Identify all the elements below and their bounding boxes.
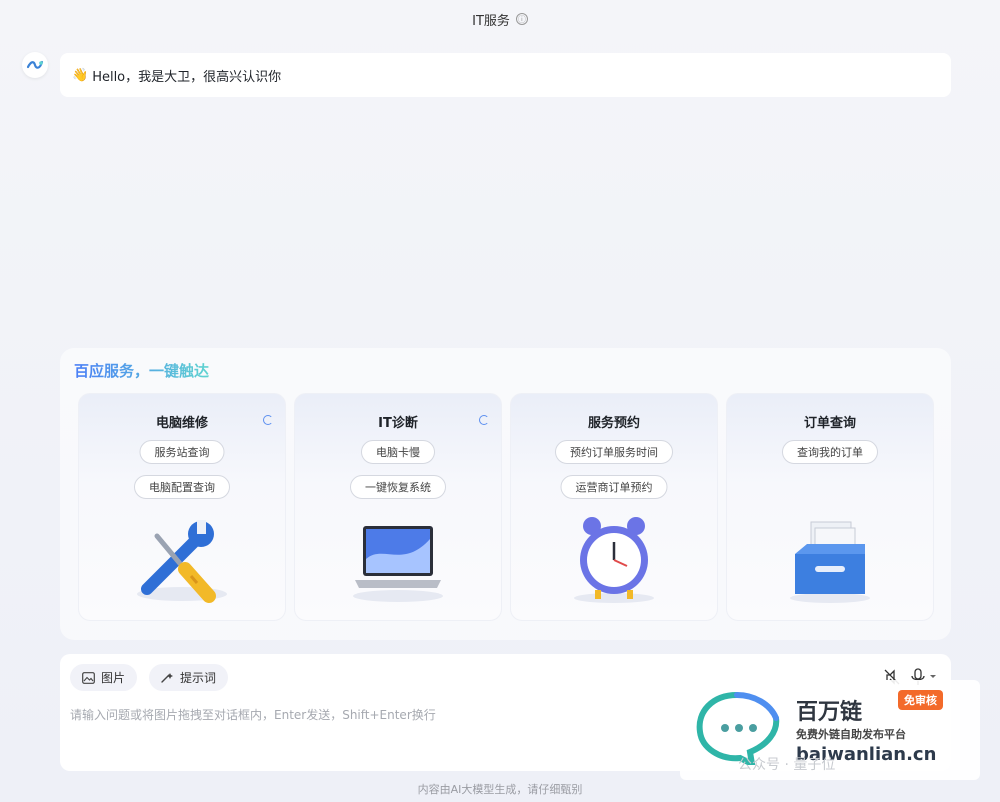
chip-carrier-order-booking[interactable]: 运营商订单预约 [560, 475, 668, 499]
chip-service-station[interactable]: 服务站查询 [139, 440, 225, 464]
ai-disclaimer: 内容由AI大模型生成，请仔细甄别 [417, 783, 583, 796]
refresh-icon[interactable] [263, 415, 273, 425]
prompt-button[interactable]: 提示词 [149, 664, 229, 691]
image-button-label: 图片 [101, 671, 126, 685]
chip-slow-computer[interactable]: 电脑卡慢 [361, 440, 435, 464]
file-box-icon [790, 521, 870, 603]
card-title: IT诊断 [378, 416, 418, 431]
greeting-text: Hello，我是大卫，很高兴认识你 [92, 69, 282, 85]
card-title: 服务预约 [587, 416, 640, 431]
chip-restore-system[interactable]: 一键恢复系统 [350, 475, 446, 499]
watermark-footer-text: 公众号 · 量子位 [738, 757, 836, 773]
image-button[interactable]: 图片 [70, 664, 138, 691]
card-service-booking[interactable]: 服务预约 预约订单服务时间 运营商订单预约 [510, 393, 718, 621]
services-panel: 百应服务，一键触达 电脑维修 服务站查询 电脑配置查询 IT诊断 电脑卡慢 一键… [60, 348, 951, 640]
watermark-subtitle: 免费外链自助发布平台 [796, 728, 906, 741]
laptop-icon [353, 526, 443, 602]
assistant-avatar [22, 52, 48, 78]
chat-input-placeholder[interactable]: 请输入问题或将图片拖拽至对话框内，Enter发送，Shift+Enter换行 [70, 706, 436, 723]
page-title: IT服务 [472, 13, 510, 29]
image-icon [82, 671, 95, 684]
prompt-icon [161, 672, 173, 683]
title-bar: IT服务 ⓘ [0, 0, 1000, 38]
alarm-clock-icon [574, 517, 654, 603]
watermark-badge: 免审核 [898, 690, 943, 710]
assistant-logo-icon [26, 60, 44, 69]
services-title: 百应服务，一键触达 [74, 362, 210, 380]
card-it-diagnosis[interactable]: IT诊断 电脑卡慢 一键恢复系统 [294, 393, 502, 621]
card-order-query[interactable]: 订单查询 查询我的订单 [726, 393, 934, 621]
wave-emoji-icon: 👋 [72, 67, 89, 83]
card-title: 订单查询 [803, 416, 856, 431]
chip-computer-config[interactable]: 电脑配置查询 [134, 475, 230, 499]
card-computer-repair[interactable]: 电脑维修 服务站查询 电脑配置查询 [78, 393, 286, 621]
card-title: 电脑维修 [155, 416, 208, 431]
chip-query-my-orders[interactable]: 查询我的订单 [782, 440, 878, 464]
tools-icon [137, 520, 227, 603]
greeting-message: 👋 Hello，我是大卫，很高兴认识你 [60, 53, 951, 97]
prompt-button-label: 提示词 [180, 671, 217, 685]
refresh-icon[interactable] [479, 415, 489, 425]
info-icon[interactable]: ⓘ [515, 13, 528, 25]
chip-book-service-time[interactable]: 预约订单服务时间 [555, 440, 673, 464]
watermark-title: 百万链 [796, 700, 863, 725]
watermark-overlay: 百万链 免审核 免费外链自助发布平台 baiwanlian.cn 公众号 · 量… [680, 680, 980, 780]
